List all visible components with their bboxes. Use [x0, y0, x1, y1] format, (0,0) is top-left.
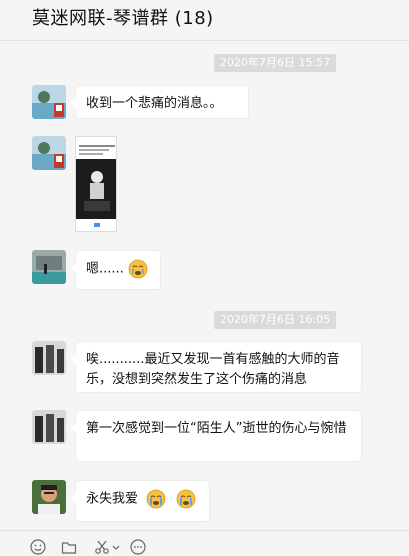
scissors-icon[interactable] — [94, 539, 110, 555]
folder-icon[interactable] — [61, 539, 77, 555]
chat-header: 莫迷网联-琴谱群 (18) — [0, 0, 409, 41]
message-text: 第一次感觉到一位“陌生人”逝世的伤心与惋惜 — [86, 421, 347, 436]
message-bubble[interactable]: 嗯...... — [70, 250, 161, 290]
message-bubble[interactable]: 第一次感觉到一位“陌生人”逝世的伤心与惋惜 — [70, 410, 362, 462]
chat-title: 莫迷网联-琴谱群 (18) — [32, 8, 214, 29]
message-bubble[interactable]: 唉...........最近又发现一首有感触的大师的音乐，没想到突然发生了这个伤… — [70, 341, 362, 393]
avatar[interactable] — [32, 85, 66, 119]
avatar[interactable] — [32, 410, 66, 444]
avatar[interactable] — [32, 341, 66, 375]
chevron-down-icon[interactable] — [112, 539, 120, 555]
input-toolbar — [0, 530, 409, 556]
more-icon[interactable] — [130, 539, 146, 555]
emoji-icon[interactable] — [30, 539, 46, 555]
image-message[interactable] — [75, 136, 117, 232]
crying-emoji-icon — [176, 489, 196, 509]
crying-emoji-icon — [128, 259, 148, 279]
message-text: 唉...........最近又发现一首有感触的大师的音乐，没想到突然发生了这个伤… — [86, 352, 340, 387]
avatar[interactable] — [32, 480, 66, 514]
timestamp: 2020年7月6日 15:57 — [214, 54, 337, 72]
message-text: 嗯...... — [86, 261, 124, 277]
message-text: 永失我爱 — [86, 491, 139, 507]
avatar[interactable] — [32, 250, 66, 284]
crying-emoji-icon — [146, 489, 166, 509]
message-text: 收到一个悲痛的消息。。 — [86, 96, 223, 111]
timestamp: 2020年7月6日 16:05 — [214, 311, 337, 329]
avatar[interactable] — [32, 136, 66, 170]
message-bubble[interactable]: 永失我爱 — [70, 480, 210, 522]
message-bubble[interactable]: 收到一个悲痛的消息。。 — [70, 85, 249, 119]
